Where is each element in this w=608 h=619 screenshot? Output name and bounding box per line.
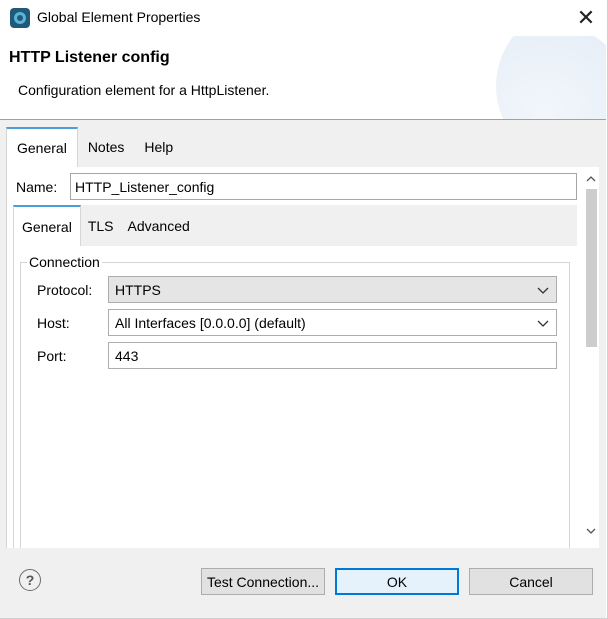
help-glyph: ?: [25, 572, 35, 588]
general-tab-panel: Name: General TLS Advanced: [6, 167, 599, 562]
close-icon: ✕: [576, 5, 596, 30]
tab-help[interactable]: Help: [134, 127, 183, 167]
header-decoration: [496, 36, 606, 120]
title-bar: Global Element Properties ✕: [0, 0, 606, 36]
test-connection-button[interactable]: Test Connection...: [201, 568, 325, 595]
port-value: 443: [115, 347, 139, 364]
inner-general-panel: Connection Protocol: HTTPS Host: All Int…: [13, 246, 577, 562]
cancel-button[interactable]: Cancel: [469, 568, 593, 595]
protocol-label: Protocol:: [37, 282, 93, 298]
host-label: Host:: [37, 315, 70, 331]
tab-general[interactable]: General: [6, 127, 78, 167]
tab-notes[interactable]: Notes: [78, 127, 135, 167]
vertical-scrollbar[interactable]: [583, 167, 599, 548]
inner-tab-tls[interactable]: TLS: [81, 205, 121, 246]
ok-button[interactable]: OK: [335, 568, 459, 595]
chevron-down-icon: [537, 320, 549, 327]
chevron-down-icon: [537, 287, 549, 294]
protocol-value: HTTPS: [115, 281, 161, 298]
window-title: Global Element Properties: [37, 9, 201, 25]
close-button[interactable]: ✕: [566, 2, 606, 34]
host-select[interactable]: All Interfaces [0.0.0.0] (default): [108, 309, 557, 336]
app-icon: [10, 8, 30, 28]
inner-tab-advanced[interactable]: Advanced: [121, 205, 197, 246]
host-value: All Interfaces [0.0.0.0] (default): [115, 314, 306, 331]
connection-group: Connection Protocol: HTTPS Host: All Int…: [20, 254, 570, 562]
header-title: HTTP Listener config: [9, 49, 170, 66]
scroll-up-icon[interactable]: [583, 170, 599, 186]
protocol-select[interactable]: HTTPS: [108, 276, 557, 303]
outer-tab-bar: General Notes Help: [6, 127, 183, 167]
connection-legend: Connection: [27, 254, 102, 270]
inner-tab-bar: General TLS Advanced: [13, 205, 577, 246]
header-description: Configuration element for a HttpListener…: [18, 82, 270, 98]
dialog-footer: ? Test Connection... OK Cancel: [0, 548, 606, 618]
port-input[interactable]: 443: [108, 342, 557, 369]
help-icon[interactable]: ?: [19, 569, 41, 591]
name-label: Name:: [16, 179, 58, 195]
dialog-header: HTTP Listener config Configuration eleme…: [0, 36, 606, 120]
scroll-down-icon[interactable]: [583, 523, 599, 539]
name-input[interactable]: [70, 173, 577, 200]
global-element-properties-dialog: Global Element Properties ✕ HTTP Listene…: [0, 0, 608, 619]
inner-tab-general[interactable]: General: [13, 205, 81, 246]
main-area: General Notes Help Name: General TLS: [0, 120, 606, 562]
scroll-thumb[interactable]: [586, 189, 597, 347]
port-label: Port:: [37, 348, 67, 364]
